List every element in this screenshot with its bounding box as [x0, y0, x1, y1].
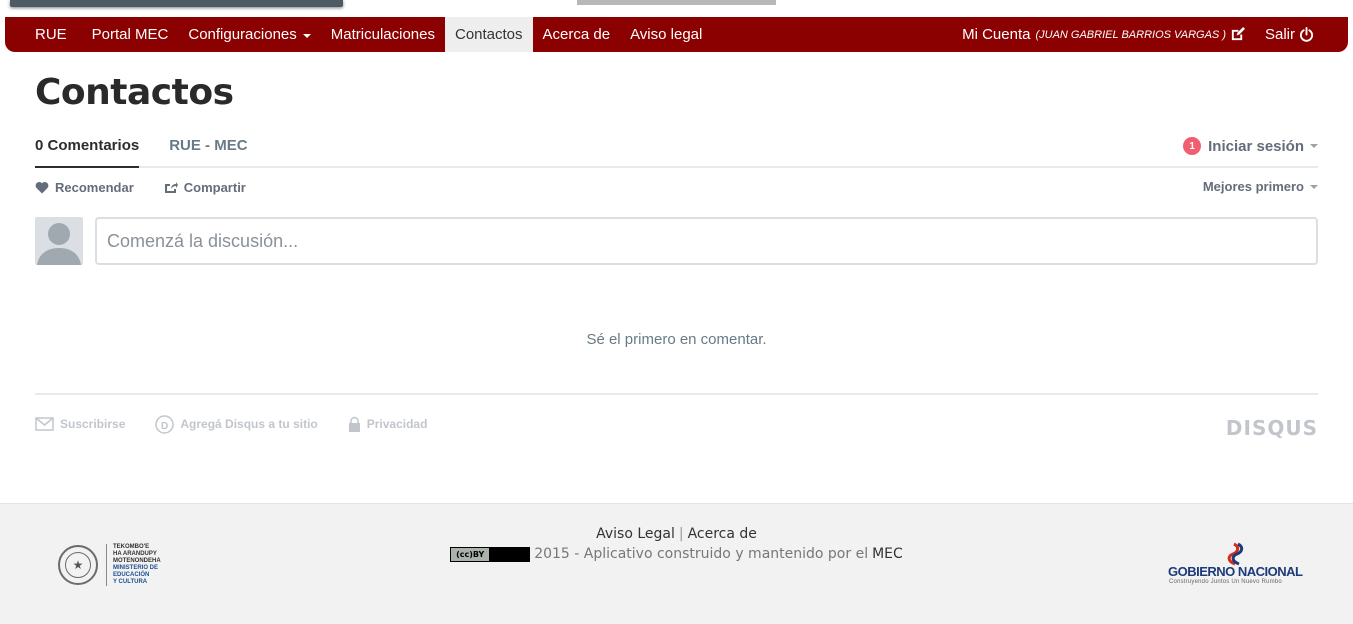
subscribe-label: Suscribirse — [60, 417, 126, 431]
recommend-label: Recomendar — [55, 179, 134, 195]
about-link[interactable]: Acerca de — [688, 526, 757, 542]
add-disqus-link[interactable]: D Agregá Disqus a tu sitio — [155, 414, 318, 434]
heart-icon — [35, 181, 49, 193]
share-label: Compartir — [183, 179, 246, 195]
lock-icon — [348, 416, 360, 432]
gobierno-nacional-text: GOBIERNO NACIONAL — [1168, 564, 1303, 579]
nav-item-portal-mec[interactable]: Portal MEC — [82, 17, 179, 52]
chevron-down-icon — [1310, 184, 1318, 189]
subscribe-link[interactable]: Suscribirse — [35, 417, 125, 431]
flag-ribbon-icon — [1227, 542, 1244, 566]
empty-comments-message: Sé el primero en comentar. — [586, 331, 767, 348]
privacy-link[interactable]: Privacidad — [348, 416, 428, 433]
gobierno-nacional-slogan: Construyendo Juntos Un Nuevo Rumbo — [1169, 579, 1282, 585]
sort-dropdown[interactable]: Mejores primero — [1203, 179, 1318, 194]
share-button[interactable]: Compartir — [164, 180, 246, 195]
nav-item-matriculaciones[interactable]: Matriculaciones — [321, 17, 445, 52]
legal-notice-link[interactable]: Aviso Legal — [596, 526, 675, 542]
main-navbar: RUE Portal MEC Configuraciones Matricula… — [5, 17, 1348, 52]
nav-right: Mi Cuenta (JUAN GABRIEL BARRIOS VARGAS )… — [952, 17, 1348, 52]
nav-item-configuraciones-label: Configuraciones — [188, 26, 297, 43]
nav-item-acerca-de[interactable]: Acerca de — [533, 17, 621, 52]
nav-item-contactos[interactable]: Contactos — [444, 17, 533, 52]
login-dropdown[interactable]: 1 Iniciar sesión — [1183, 137, 1318, 155]
mec-link[interactable]: MEC — [872, 546, 903, 562]
logout-link[interactable]: Salir — [1255, 17, 1324, 52]
tab-comments[interactable]: 0 Comentarios — [35, 128, 140, 168]
avatar — [35, 217, 83, 265]
my-account-link[interactable]: Mi Cuenta (JUAN GABRIEL BARRIOS VARGAS ) — [952, 17, 1255, 52]
recommend-button[interactable]: Recomendar — [35, 180, 134, 195]
share-icon — [164, 181, 178, 193]
add-disqus-label: Agregá Disqus a tu sitio — [180, 417, 318, 431]
page-title: Contactos — [35, 72, 234, 113]
disqus-actions: Recomendar Compartir Mejores primero — [35, 168, 1318, 206]
logout-label: Salir — [1264, 26, 1295, 43]
comment-input[interactable]: Comenzá la discusión... — [95, 217, 1318, 265]
envelope-icon — [35, 417, 54, 431]
sort-label: Mejores primero — [1202, 179, 1304, 194]
top-strip-center — [577, 0, 776, 5]
svg-text:D: D — [161, 421, 168, 432]
footer-copyright: (cc) BY 2015 - Aplicativo construido y m… — [0, 546, 1353, 562]
edit-icon — [1230, 27, 1245, 42]
footer-links: Aviso Legal | Acerca de — [0, 526, 1353, 542]
power-icon — [1299, 27, 1314, 42]
notification-badge: 1 — [1183, 137, 1202, 155]
disqus-tabs: 0 Comentarios RUE - MEC 1 Iniciar sesión — [35, 128, 1318, 168]
tab-community[interactable]: RUE - MEC — [169, 128, 247, 166]
nav-item-aviso-legal[interactable]: Aviso legal — [620, 17, 712, 52]
creative-commons-icon[interactable]: (cc) BY — [450, 546, 531, 562]
comment-compose: Comenzá la discusión... — [35, 217, 1318, 265]
chevron-down-icon — [1310, 144, 1318, 148]
disqus-footer: Suscribirse D Agregá Disqus a tu sitio P… — [35, 393, 1318, 453]
disqus-d-icon: D — [155, 414, 175, 434]
nav-item-configuraciones[interactable]: Configuraciones — [178, 17, 320, 52]
user-silhouette-icon — [37, 223, 81, 265]
my-account-label: Mi Cuenta — [962, 26, 1031, 43]
login-label: Iniciar sesión — [1208, 137, 1304, 155]
gobierno-nacional-logo: GOBIERNO NACIONAL Construyendo Juntos Un… — [1168, 542, 1304, 588]
footer-separator: | — [678, 526, 684, 542]
privacy-label: Privacidad — [366, 417, 428, 431]
caret-down-icon — [302, 33, 311, 38]
disqus-logo[interactable]: DISQUS — [1226, 416, 1318, 440]
disqus-thread: 0 Comentarios RUE - MEC 1 Iniciar sesión… — [35, 128, 1318, 453]
site-footer: ★ TEKOMBO'E HA ARANDUPY MOTENONDEHA MINI… — [0, 503, 1353, 624]
nav-item-rue[interactable]: RUE — [5, 17, 82, 52]
account-user-name: (JUAN GABRIEL BARRIOS VARGAS ) — [1035, 28, 1226, 41]
top-strip-left — [10, 0, 343, 7]
copyright-text: 2015 - Aplicativo construido y mantenido… — [534, 546, 869, 562]
